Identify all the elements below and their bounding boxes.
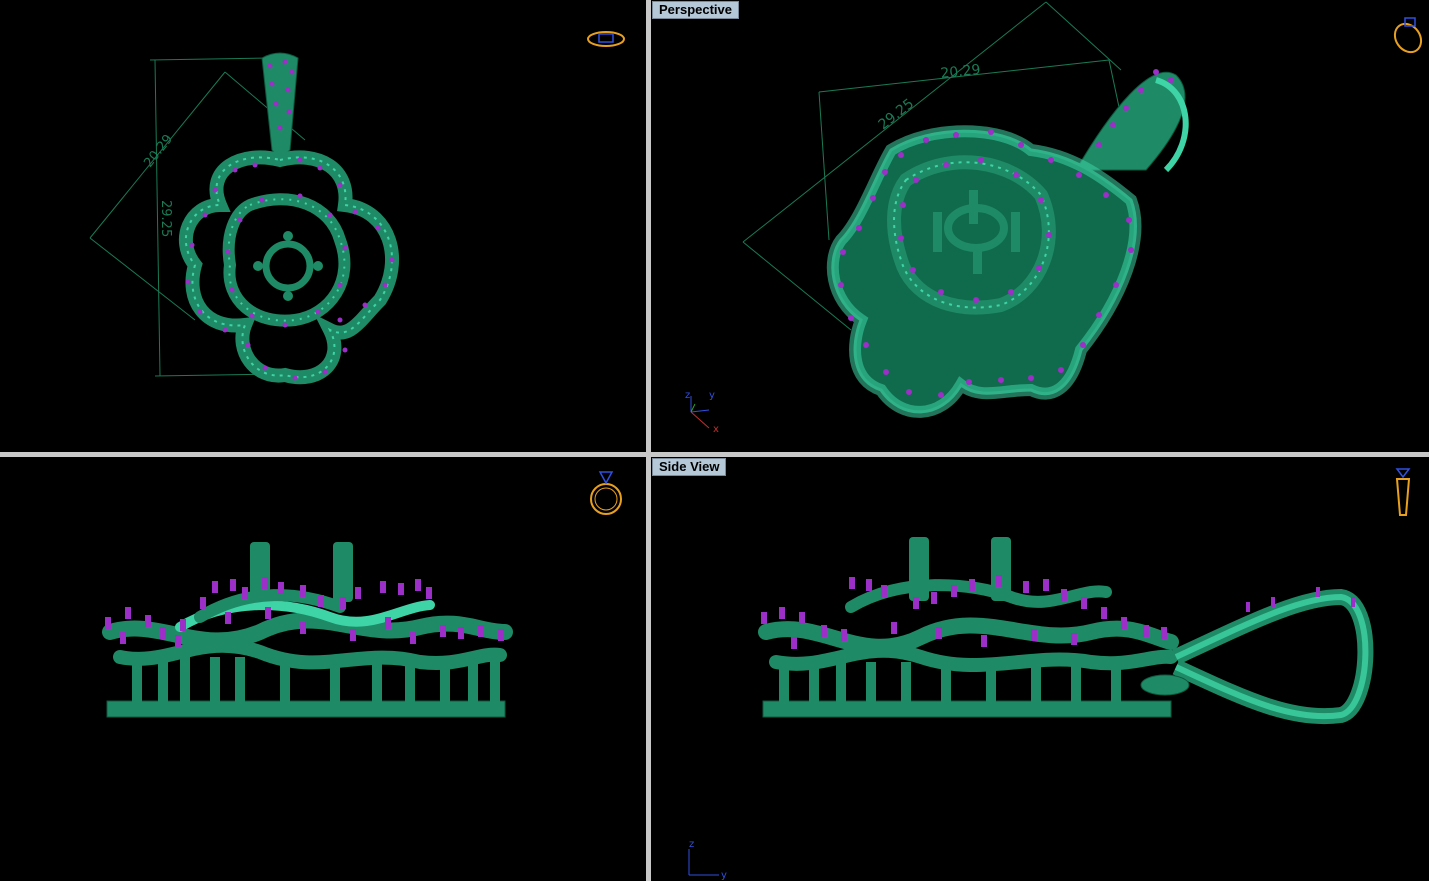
perspective-scene[interactable]: 20.29 29.25 z y x xyxy=(651,0,1429,452)
ring-perspective-icon[interactable] xyxy=(1391,16,1427,56)
ring-side-view-icon[interactable] xyxy=(1393,467,1413,519)
dim-top-vert: 29.25 xyxy=(158,200,173,237)
axis-y-label: y xyxy=(721,870,727,881)
dim-persp-b: 29.25 xyxy=(876,96,917,133)
front-view-scene[interactable] xyxy=(0,457,646,881)
ring-top-view-icon[interactable] xyxy=(585,26,627,50)
dim-persp-a: 20.29 xyxy=(940,62,982,82)
side-view-scene[interactable]: z y xyxy=(651,457,1429,881)
ring-front-view-icon[interactable] xyxy=(587,469,625,519)
axis-y-label: y xyxy=(709,390,715,401)
axis-z-label: z xyxy=(685,390,690,401)
axis-z-label: z xyxy=(689,839,694,850)
pendant-flower xyxy=(826,125,1142,418)
viewport-perspective[interactable]: Perspective 20.29 29.25 z y x xyxy=(651,0,1429,452)
dim-top-diag: 20.29 xyxy=(141,132,176,171)
axis-triad: z y x xyxy=(685,390,719,435)
pendant-bail xyxy=(1075,69,1189,173)
base-rail xyxy=(762,700,1172,718)
viewport-side[interactable]: Side View z y xyxy=(651,457,1429,881)
base-rail xyxy=(106,700,506,718)
pendant-bail xyxy=(261,52,299,156)
center-setting xyxy=(253,231,323,301)
axis-triad: z y xyxy=(688,839,727,881)
viewport-top[interactable]: 20.29 29.25 xyxy=(0,0,646,452)
top-view-scene[interactable]: 20.29 29.25 xyxy=(0,0,646,452)
axis-x-label: x xyxy=(713,424,719,435)
viewport-front[interactable] xyxy=(0,457,646,881)
